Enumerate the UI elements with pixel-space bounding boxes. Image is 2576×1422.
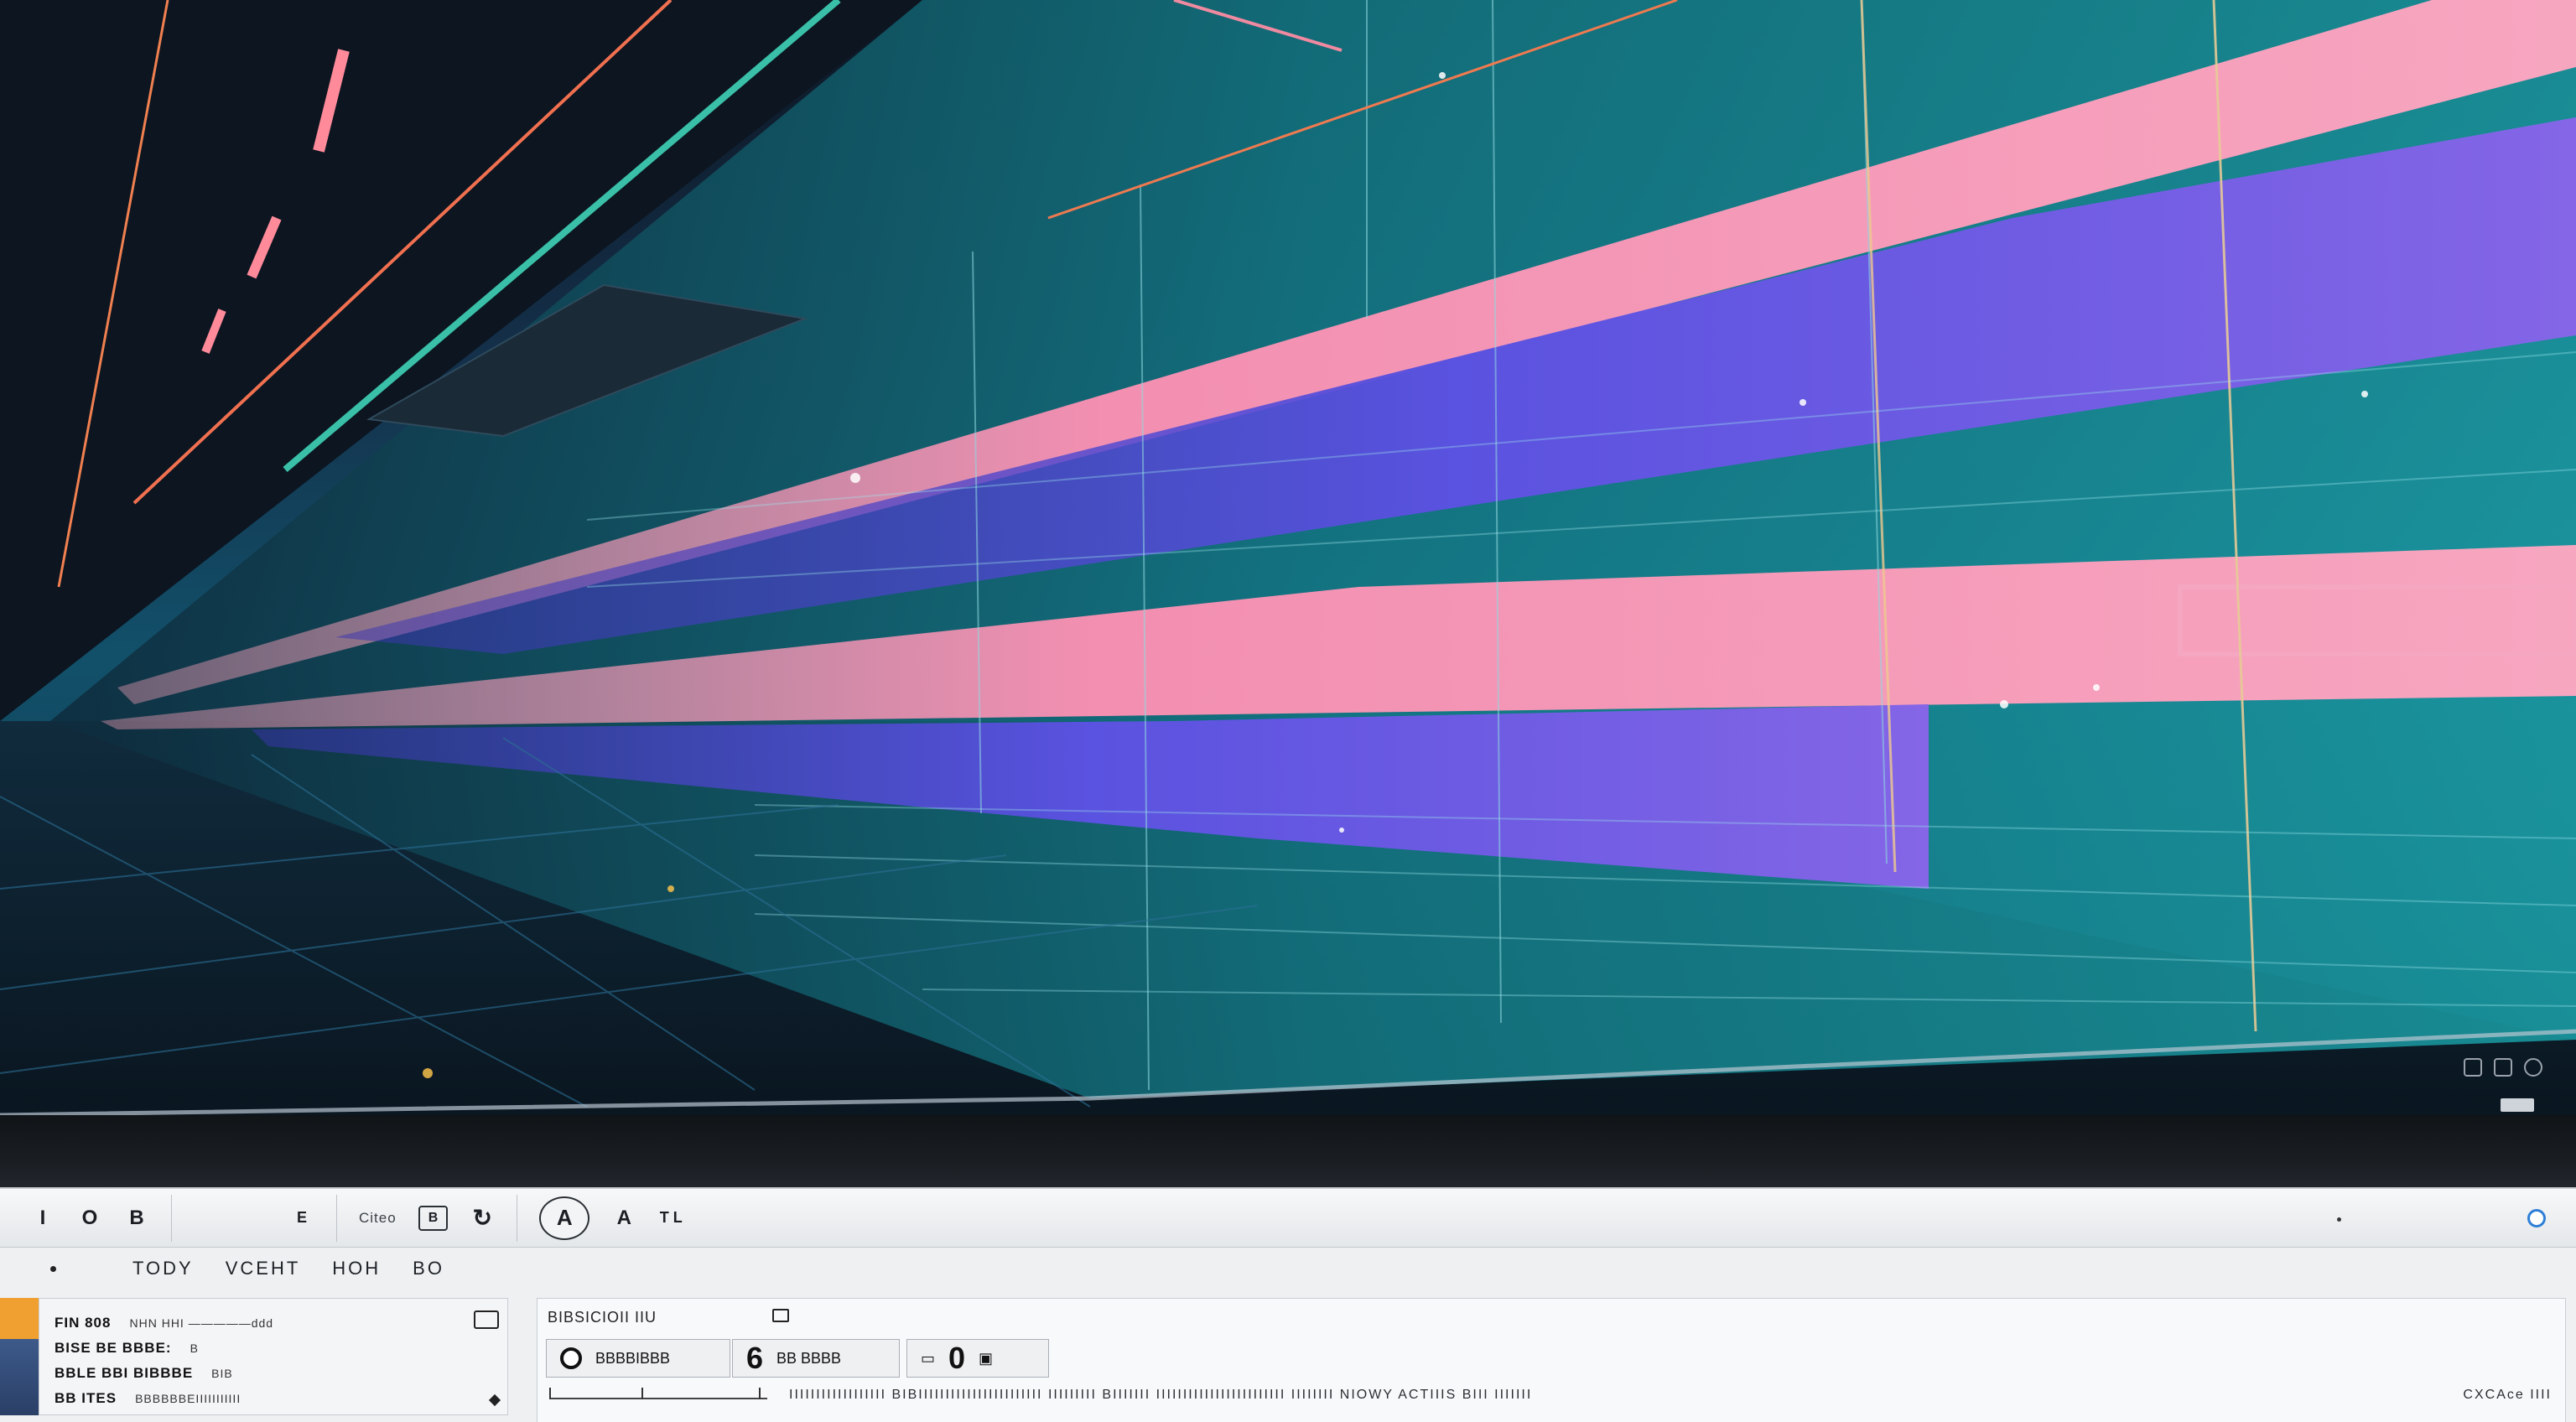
toolbar-button-1[interactable]: I (30, 1202, 55, 1234)
info-row-detail: NHN HHI —————ddd (129, 1316, 274, 1330)
info-row-label: BBLE BBI BIBBBE (55, 1365, 194, 1381)
bezel-power-icon[interactable] (2524, 1058, 2542, 1077)
info-panel: FIN 808 NHN HHI —————ddd BISE BE BBBE: B… (39, 1298, 508, 1415)
style-label: Citeo (359, 1209, 397, 1226)
menu-item-3[interactable]: HOH (332, 1258, 381, 1279)
control-2-label: BB BBBB (776, 1349, 842, 1367)
toolbar-group-file: I O B (8, 1194, 172, 1242)
style-box-button[interactable]: B (418, 1205, 449, 1231)
triangle-tool-button[interactable]: A (539, 1196, 590, 1240)
menubar: TODY VCEHT HOH BO (0, 1248, 2576, 1290)
neon-perspective-illustration (0, 0, 2576, 1118)
info-row-label: BISE BE BBBE: (55, 1340, 172, 1356)
info-row-label: FIN 808 (55, 1315, 112, 1331)
toolbar-button-2[interactable]: O (77, 1202, 102, 1234)
text-tool-button[interactable]: T L (658, 1202, 683, 1234)
bezel-indicator (2501, 1098, 2534, 1112)
toolbar-button-3[interactable]: B (124, 1202, 149, 1234)
info-row-detail: B (190, 1342, 199, 1355)
menu-item-1[interactable]: TODY (132, 1258, 194, 1279)
panel-expand-icon[interactable] (474, 1310, 499, 1329)
bezel-controls (2464, 1058, 2542, 1077)
menu-item-2[interactable]: VCEHT (226, 1258, 301, 1279)
control-1-label: BBBBIBBB (595, 1349, 671, 1367)
pen-tool-button[interactable]: A (611, 1202, 636, 1234)
status-line: IIIIIIIIIIIIIIIIII BIBIIIIIIIIIIIIIIIIII… (538, 1388, 2567, 1413)
wallpaper-scene (0, 0, 2576, 1191)
rotate-icon[interactable]: ↻ (470, 1202, 495, 1234)
toolbar-group-edit: E (172, 1194, 337, 1242)
control-2-value: 6 (746, 1341, 764, 1375)
sidebar-color-strip (0, 1298, 39, 1415)
notification-icon[interactable] (2527, 1209, 2546, 1227)
app-window: I O B E Citeo B ↻ A A T L TODY VCEHT HOH… (0, 1187, 2576, 1422)
toolbar-edit-button[interactable]: E (289, 1202, 314, 1234)
control-value-2[interactable]: 6 BB BBBB (732, 1339, 900, 1378)
bezel-square-icon[interactable] (2464, 1058, 2482, 1077)
bezel-window-icon[interactable] (2494, 1058, 2512, 1077)
info-row-detail: BIB (211, 1367, 233, 1380)
control-value-3[interactable]: ▭ 0 ▣ (906, 1339, 1049, 1378)
control-3-value: 0 (948, 1341, 966, 1375)
toolbar: I O B E Citeo B ↻ A A T L (0, 1189, 2576, 1248)
toolbar-group-draw: A A T L (517, 1195, 705, 1242)
info-row: BISE BE BBBE: B (55, 1336, 492, 1361)
menu-items: TODY VCEHT HOH BO (49, 1258, 444, 1279)
panel-title: BIBSICIOII IIU (548, 1309, 657, 1326)
control-knob-1[interactable]: BBBBIBBB (546, 1339, 730, 1378)
menu-item-4[interactable]: BO (413, 1258, 444, 1279)
info-row-detail: BBBBBBEIIIIIIIIIII (135, 1392, 242, 1405)
monitor-bezel (0, 1115, 2576, 1191)
control-3-box-icon: ▣ (979, 1349, 994, 1367)
menu-bullet-icon (50, 1266, 56, 1272)
info-row: BBLE BBI BIBBBE BIB (55, 1361, 492, 1386)
properties-panel: BIBSICIOII IIU BBBBIBBB 6 BB BBBB ▭ 0 ▣ … (537, 1298, 2566, 1422)
info-row: FIN 808 NHN HHI —————ddd (55, 1310, 492, 1336)
info-row: BB ITES BBBBBBEIIIIIIIIIII (55, 1386, 492, 1411)
control-3-bracket-icon: ▭ (921, 1349, 936, 1367)
status-text: IIIIIIIIIIIIIIIIII BIBIIIIIIIIIIIIIIIIII… (789, 1388, 1533, 1402)
panel-marker-icon[interactable] (772, 1309, 789, 1322)
status-right: CXCAce IIII (2463, 1388, 2552, 1402)
toolbar-group-style: Citeo B ↻ (337, 1194, 518, 1242)
toolbar-dot (2337, 1217, 2341, 1222)
info-row-label: BB ITES (55, 1390, 117, 1406)
knob-icon (560, 1347, 582, 1369)
